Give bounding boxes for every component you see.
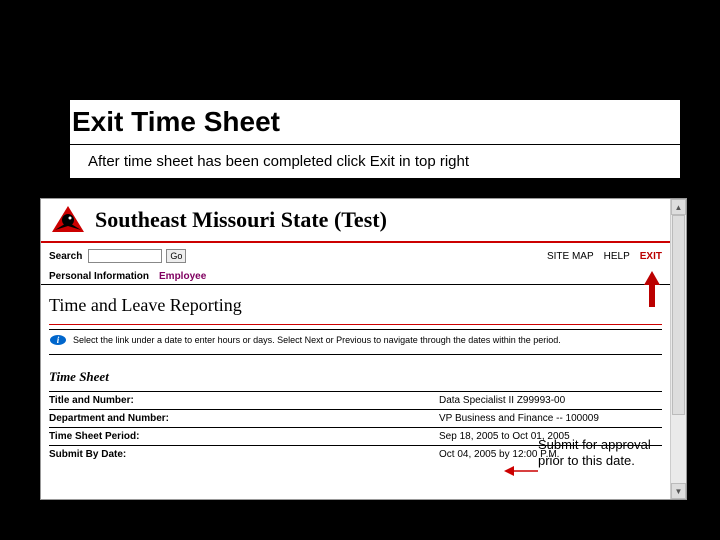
search-label: Search xyxy=(49,251,82,262)
app-banner: Southeast Missouri State (Test) xyxy=(41,199,686,243)
table-row: Title and Number: Data Specialist II Z99… xyxy=(49,391,662,409)
tab-bar: Personal Information Employee xyxy=(41,269,670,285)
divider xyxy=(49,329,662,330)
scroll-up-button[interactable]: ▲ xyxy=(671,199,686,215)
go-button[interactable]: Go xyxy=(166,249,186,263)
divider xyxy=(49,324,662,325)
info-text: Select the link under a date to enter ho… xyxy=(73,335,561,345)
arrow-up-icon xyxy=(644,271,660,307)
redhawk-logo-icon xyxy=(47,202,89,238)
tab-employee[interactable]: Employee xyxy=(159,269,206,284)
callout-text: Submit for approval prior to this date. xyxy=(538,437,656,470)
row-label: Time Sheet Period: xyxy=(49,431,439,442)
arrow-left-icon xyxy=(504,465,538,477)
scroll-thumb[interactable] xyxy=(672,215,685,415)
banner-title: Southeast Missouri State (Test) xyxy=(95,207,387,233)
row-label: Title and Number: xyxy=(49,395,439,406)
table-row: Department and Number: VP Business and F… xyxy=(49,409,662,427)
bullet-icon xyxy=(50,155,70,163)
slide-title: Exit Time Sheet xyxy=(70,100,680,145)
slide-subtitle: After time sheet has been completed clic… xyxy=(70,145,680,179)
tab-personal-info[interactable]: Personal Information xyxy=(49,269,149,284)
page-title: Time and Leave Reporting xyxy=(41,285,670,324)
scroll-down-button[interactable]: ▼ xyxy=(671,483,686,499)
row-value: Data Specialist II Z99993-00 xyxy=(439,395,662,406)
slide-subtitle-text: After time sheet has been completed clic… xyxy=(88,153,469,170)
info-banner: i Select the link under a date to enter … xyxy=(41,332,670,352)
vertical-scrollbar[interactable]: ▲ ▼ xyxy=(670,199,686,499)
app-window: Southeast Missouri State (Test) Search G… xyxy=(40,198,687,500)
row-label: Submit By Date: xyxy=(49,449,439,460)
row-value: VP Business and Finance -- 100009 xyxy=(439,413,662,424)
info-icon: i xyxy=(49,334,67,346)
help-link[interactable]: HELP xyxy=(604,251,630,262)
divider xyxy=(49,354,662,355)
search-input[interactable] xyxy=(88,249,162,263)
sitemap-link[interactable]: SITE MAP xyxy=(547,251,594,262)
row-label: Department and Number: xyxy=(49,413,439,424)
exit-link[interactable]: EXIT xyxy=(640,251,662,262)
time-sheet-heading: Time Sheet xyxy=(41,357,670,391)
callout-text-content: Submit for approval prior to this date. xyxy=(538,437,651,468)
